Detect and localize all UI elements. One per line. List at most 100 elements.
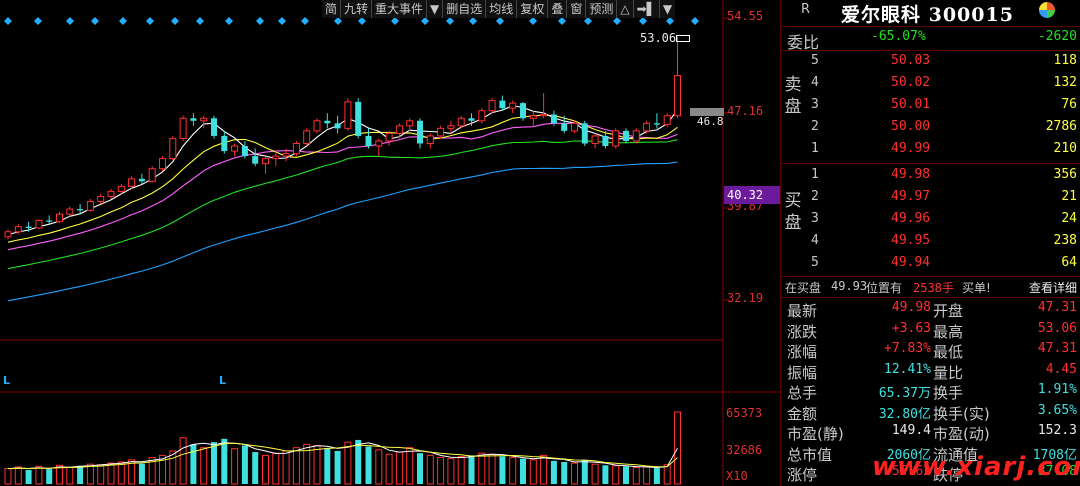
volume-bar-up bbox=[66, 466, 74, 485]
chart-toolbar: 简 九转 重大事件 ▼ 删自选 均线 复权 叠 窗 预测 △ ➡▌ ▼ bbox=[322, 0, 676, 18]
buy-level-row[interactable]: 3 49.96 24 bbox=[781, 211, 1080, 231]
buy-level-row[interactable]: 5 49.94 64 bbox=[781, 255, 1080, 275]
buy-level-row[interactable]: 2 49.97 21 bbox=[781, 189, 1080, 209]
remove-watchlist-button[interactable]: 删自选 bbox=[443, 0, 487, 18]
candle-body-up bbox=[56, 213, 63, 223]
candle-body-up bbox=[231, 145, 239, 152]
sell-level-row[interactable]: 2 50.00 2786 bbox=[781, 119, 1080, 139]
volume-bar-up bbox=[591, 463, 599, 485]
candle-body-down bbox=[653, 123, 660, 125]
order-volume: 356 bbox=[1053, 167, 1077, 182]
diamond-marker-icon bbox=[91, 17, 99, 25]
candle-body-down bbox=[417, 120, 423, 144]
volume-bar-up bbox=[674, 411, 681, 485]
buy-level-row[interactable]: 1 49.98 356 bbox=[781, 167, 1080, 187]
volume-bar-down bbox=[365, 446, 372, 484]
view-detail-link[interactable]: 查看详细 bbox=[1029, 279, 1077, 296]
diamond-marker-icon bbox=[421, 17, 429, 25]
diamond-marker-icon bbox=[196, 17, 204, 25]
candle-body-up bbox=[97, 195, 105, 203]
volume-bar-down bbox=[520, 458, 526, 484]
candle-body-up bbox=[179, 117, 187, 139]
triangle-up-icon[interactable]: △ bbox=[617, 0, 634, 18]
candle-body-down bbox=[550, 114, 557, 124]
quote-title-row: R 爱尔眼科 300015 bbox=[781, 0, 1080, 26]
stat-label: 涨停 bbox=[787, 466, 818, 484]
stat-value: 12.41% bbox=[884, 361, 931, 377]
watermark-text: www.xiarj.com bbox=[872, 452, 1080, 482]
sell-level-row[interactable]: 4 50.02 132 bbox=[781, 75, 1080, 95]
diamond-marker-icon bbox=[225, 17, 233, 25]
volume-bar-down bbox=[77, 465, 84, 484]
candle-body-down bbox=[46, 220, 53, 222]
diamond-marker-icon bbox=[119, 17, 127, 25]
candle-body-up bbox=[169, 137, 177, 160]
candle-body-down bbox=[77, 209, 84, 211]
volume-bar-down bbox=[468, 455, 475, 484]
volume-bar-up bbox=[107, 462, 115, 485]
candle-body-up bbox=[4, 231, 12, 238]
stat-label: 涨幅 bbox=[787, 343, 818, 361]
stock-name: 爱尔眼科 300015 bbox=[841, 4, 1014, 26]
volume-bar-up bbox=[4, 468, 12, 485]
arrow-right-bar-icon[interactable]: ➡▌ bbox=[634, 0, 660, 18]
stat-label: 涨跌 bbox=[787, 322, 818, 341]
overlay-button[interactable]: 叠 bbox=[548, 0, 568, 18]
candle-body-up bbox=[674, 75, 681, 117]
order-price: 49.95 bbox=[891, 233, 931, 248]
diamond-marker-icon bbox=[666, 17, 674, 25]
stat-value: 152.3 bbox=[1037, 423, 1077, 438]
volume-bar-up bbox=[272, 452, 280, 485]
candle-body-up bbox=[117, 185, 125, 192]
candle-body-up bbox=[571, 122, 578, 132]
window-button[interactable]: 窗 bbox=[567, 0, 587, 18]
volume-bar-down bbox=[138, 463, 145, 484]
candle-body-up bbox=[591, 135, 599, 144]
diamond-marker-icon bbox=[146, 17, 154, 25]
volume-bar-up bbox=[86, 463, 94, 485]
candle-body-up bbox=[437, 127, 445, 137]
volume-bar-up bbox=[457, 455, 465, 485]
major-events-dropdown-icon[interactable]: ▼ bbox=[427, 0, 444, 18]
volume-bar-up bbox=[612, 465, 620, 485]
candle-body-up bbox=[406, 120, 414, 127]
sell-level-row[interactable]: 3 50.01 76 bbox=[781, 97, 1080, 117]
volume-bar-up bbox=[97, 464, 105, 485]
volume-bar-up bbox=[663, 464, 671, 485]
stat-value: 53.06 bbox=[1037, 320, 1077, 336]
order-price: 49.96 bbox=[891, 211, 931, 226]
moving-average-button[interactable]: 均线 bbox=[486, 0, 518, 18]
volume-bar-up bbox=[292, 447, 300, 485]
adjust-price-button[interactable]: 复权 bbox=[517, 0, 549, 18]
candle-body-up bbox=[395, 125, 403, 134]
level-number: 4 bbox=[811, 233, 819, 248]
sell-level-row[interactable]: 5 50.03 118 bbox=[781, 53, 1080, 73]
volume-bar-down bbox=[46, 469, 53, 484]
order-price: 50.03 bbox=[891, 53, 931, 68]
sell-level-row[interactable]: 1 49.99 210 bbox=[781, 141, 1080, 161]
price-axis-tick: 47.16 bbox=[727, 104, 764, 118]
order-volume: 64 bbox=[1061, 255, 1077, 270]
order-volume: 210 bbox=[1053, 141, 1077, 156]
volume-bar-up bbox=[344, 441, 352, 485]
kline-chart-area[interactable]: 简 九转 重大事件 ▼ 删自选 均线 复权 叠 窗 预测 △ ➡▌ ▼ 54.5… bbox=[0, 0, 780, 486]
diamond-marker-icon bbox=[446, 17, 454, 25]
buy-level-row[interactable]: 4 49.95 238 bbox=[781, 233, 1080, 253]
current-price-badge: 40.32 bbox=[724, 186, 780, 204]
volume-bar-up bbox=[509, 457, 517, 485]
last-price-annotation: 46.8 bbox=[697, 115, 724, 128]
major-events-button[interactable]: 重大事件 bbox=[372, 0, 428, 18]
candle-body-down bbox=[623, 130, 629, 141]
candle-body-down bbox=[520, 103, 526, 119]
candle-body-down bbox=[221, 135, 228, 152]
simple-mode-button[interactable]: 简 bbox=[322, 0, 342, 18]
candle-body-down bbox=[334, 123, 341, 129]
kline-chart-canvas[interactable] bbox=[0, 0, 780, 486]
chevron-down-icon[interactable]: ▼ bbox=[660, 0, 675, 18]
nine-turn-button[interactable]: 九转 bbox=[341, 0, 373, 18]
color-ball-icon[interactable] bbox=[1039, 2, 1055, 18]
order-price: 49.99 bbox=[891, 141, 931, 156]
forecast-button[interactable]: 预测 bbox=[586, 0, 618, 18]
volume-bar-up bbox=[478, 452, 486, 485]
volume-bar-down bbox=[252, 452, 259, 484]
